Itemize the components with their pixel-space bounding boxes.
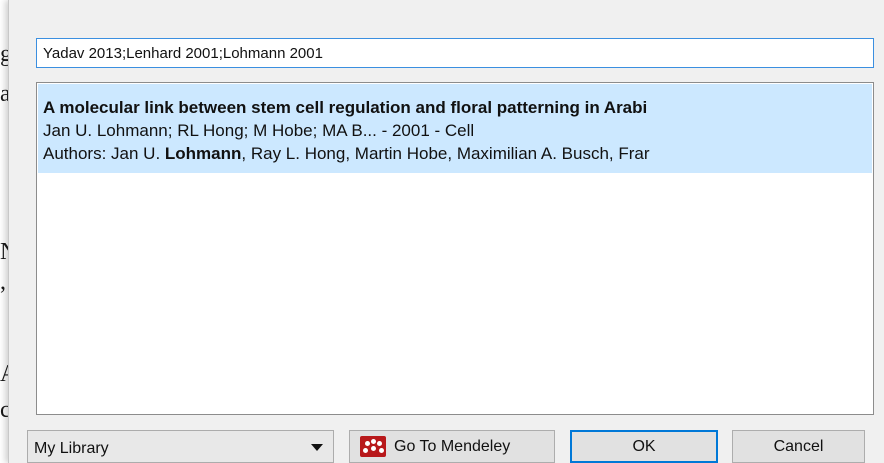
citation-search-input[interactable]: Yadav 2013;Lenhard 2001;Lohmann 2001	[36, 38, 874, 68]
chevron-down-icon	[311, 444, 323, 451]
result-meta: Jan U. Lohmann; RL Hong; M Hobe; MA B...…	[43, 121, 475, 140]
list-item[interactable]: A molecular link between stem cell regul…	[38, 84, 872, 173]
go-to-mendeley-button[interactable]: Go To Mendeley	[349, 430, 555, 463]
cancel-button[interactable]: Cancel	[732, 430, 865, 463]
mendeley-logo-icon	[360, 436, 386, 457]
result-title: A molecular link between stem cell regul…	[43, 98, 648, 117]
library-dropdown[interactable]: My Library	[27, 430, 334, 463]
ok-button[interactable]: OK	[570, 430, 718, 463]
results-list[interactable]: A molecular link between stem cell regul…	[36, 82, 874, 415]
background-char: ,	[0, 269, 6, 295]
authors-suffix: , Ray L. Hong, Martin Hobe, Maximilian A…	[241, 144, 650, 163]
library-selected-label: My Library	[34, 440, 109, 457]
authors-highlight: Lohmann	[164, 144, 242, 163]
go-to-mendeley-label: Go To Mendeley	[394, 438, 511, 455]
authors-prefix: Authors: Jan U.	[43, 144, 165, 163]
result-authors: Authors: Jan U. Lohmann, Ray L. Hong, Ma…	[43, 142, 872, 165]
citation-dialog: Yadav 2013;Lenhard 2001;Lohmann 2001 A m…	[8, 0, 884, 463]
